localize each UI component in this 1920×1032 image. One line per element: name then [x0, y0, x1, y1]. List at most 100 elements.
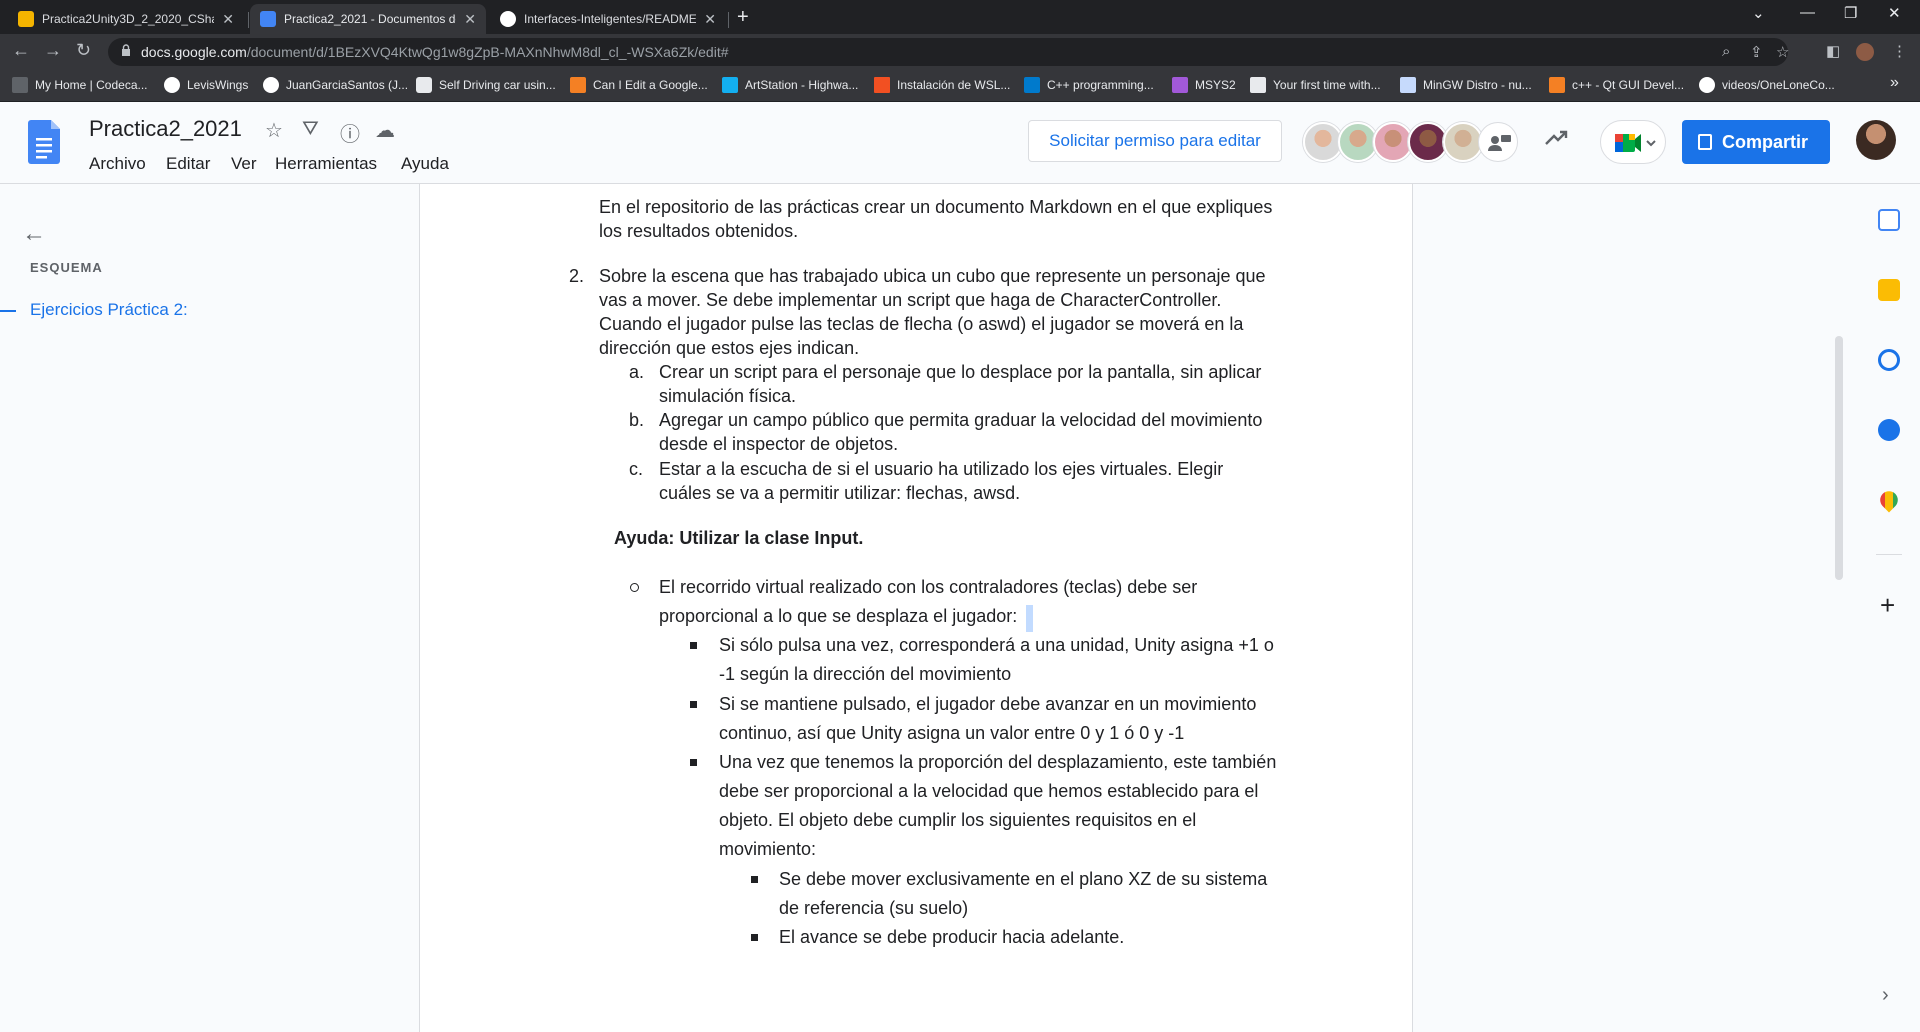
bookmark-item[interactable]: Your first time with...	[1250, 77, 1381, 93]
share-page-icon[interactable]: ⇪	[1750, 43, 1763, 61]
artstation-icon	[722, 77, 738, 93]
collaborator-avatar[interactable]	[1373, 122, 1413, 162]
cloud-saved-icon[interactable]: ☁	[375, 118, 395, 143]
page-icon	[1400, 77, 1416, 93]
close-tab-icon[interactable]: ✕	[704, 11, 716, 28]
bullet-line: debe ser proporcional a la velocidad que…	[719, 781, 1259, 801]
bookmark-item[interactable]: MinGW Distro - nu...	[1400, 77, 1532, 93]
sublist-marker: a.	[629, 362, 645, 382]
docs-logo-icon[interactable]	[28, 120, 60, 164]
bullet-line: movimiento:	[719, 839, 817, 859]
side-panel-icon[interactable]: ◧	[1826, 42, 1840, 60]
square-bullet	[751, 876, 758, 883]
browser-tab-docs[interactable]: Practica2_2021 - Documentos de ✕	[250, 4, 486, 34]
maps-icon[interactable]	[1876, 487, 1902, 513]
activity-dashboard-icon[interactable]	[1544, 128, 1570, 148]
browser-tab-unity[interactable]: Practica2Unity3D_2_2020_CSharp ✕	[8, 4, 244, 34]
bookmark-label: LevisWings	[187, 78, 249, 92]
tab-divider	[248, 12, 249, 28]
keep-icon[interactable]	[1878, 279, 1900, 301]
sublist-line: Estar a la escucha de si el usuario ha u…	[659, 459, 1224, 479]
zoom-icon[interactable]: ⌕	[1722, 43, 1730, 60]
tab-title: Practica2Unity3D_2_2020_CSharp	[42, 12, 215, 26]
microsoft-icon	[874, 77, 890, 93]
github-icon	[164, 77, 180, 93]
expand-panel-chevron-icon[interactable]: ›	[1882, 984, 1889, 1007]
menu-herramientas[interactable]: Herramientas	[275, 154, 377, 174]
bullet-line: El recorrido virtual realizado con los c…	[659, 577, 1198, 597]
chrome-menu-icon[interactable]: ⋮	[1892, 42, 1907, 60]
tab-title: Interfaces-Inteligentes/README.	[524, 12, 697, 26]
bookmark-item[interactable]: Instalación de WSL...	[874, 77, 1010, 93]
profile-avatar[interactable]	[1856, 43, 1874, 61]
more-bookmarks-icon[interactable]: »	[1890, 74, 1899, 92]
forward-icon[interactable]: →	[44, 40, 62, 61]
square-bullet	[751, 934, 758, 941]
new-tab-icon[interactable]: +	[737, 6, 749, 28]
share-button[interactable]: Compartir	[1682, 120, 1830, 164]
tasks-icon[interactable]	[1878, 349, 1900, 371]
bookmark-star-icon[interactable]: ☆	[1776, 43, 1789, 61]
msys2-icon	[1172, 77, 1188, 93]
tab-search-icon[interactable]: ⌄	[1752, 4, 1765, 22]
side-panel: + ›	[1856, 184, 1920, 1032]
collaborator-avatar[interactable]	[1303, 122, 1343, 162]
url-text: docs.google.com/document/d/1BEzXVQ4KtwQg…	[141, 44, 729, 60]
sublist-line: cuáles se va a permitir utilizar: flecha…	[659, 483, 1021, 503]
meet-button[interactable]	[1600, 120, 1666, 164]
calendar-icon[interactable]	[1878, 209, 1900, 231]
close-tab-icon[interactable]: ✕	[222, 11, 234, 28]
anonymous-viewers-icon[interactable]	[1478, 122, 1518, 162]
move-to-drive-icon[interactable]: ⛛	[302, 118, 319, 141]
request-edit-access-button[interactable]: Solicitar permiso para editar	[1028, 120, 1282, 162]
star-icon[interactable]: ☆	[265, 118, 283, 143]
share-label: Compartir	[1722, 132, 1809, 152]
minimize-icon[interactable]: —	[1800, 4, 1815, 21]
bookmark-item[interactable]: c++ - Qt GUI Devel...	[1549, 77, 1684, 93]
bookmark-label: c++ - Qt GUI Devel...	[1572, 78, 1685, 92]
bullet-line: Se debe mover exclusivamente en el plano…	[779, 869, 1268, 889]
menu-archivo[interactable]: Archivo	[89, 154, 146, 174]
back-icon[interactable]: ←	[12, 40, 30, 61]
outline-heading: ESQUEMA	[30, 260, 103, 275]
bookmark-item[interactable]: ArtStation - Highwa...	[722, 77, 858, 93]
address-bar[interactable]: docs.google.com/document/d/1BEzXVQ4KtwQg…	[108, 38, 1789, 66]
reload-icon[interactable]: ↻	[76, 40, 91, 61]
collaborator-avatar[interactable]	[1408, 122, 1448, 162]
info-icon[interactable]: ⓘ	[340, 118, 360, 147]
bookmark-item[interactable]: MSYS2	[1172, 77, 1236, 93]
bookmark-item[interactable]: JuanGarciaSantos (J...	[263, 77, 408, 93]
close-tab-icon[interactable]: ✕	[464, 11, 476, 28]
bookmark-item[interactable]: Self Driving car usin...	[416, 77, 556, 93]
menu-ver[interactable]: Ver	[231, 154, 257, 174]
page-icon	[12, 77, 28, 93]
close-window-icon[interactable]: ✕	[1888, 4, 1901, 22]
bullet-line: continuo, así que Unity asigna un valor …	[719, 723, 1185, 743]
outline-item[interactable]: Ejercicios Práctica 2:	[30, 300, 188, 320]
bookmark-item[interactable]: My Home | Codeca...	[12, 77, 148, 93]
collaborator-avatar[interactable]	[1443, 122, 1483, 162]
restore-icon[interactable]: ❐	[1844, 4, 1857, 22]
account-avatar[interactable]	[1856, 120, 1896, 160]
document-title[interactable]: Practica2_2021	[89, 116, 242, 142]
collaborator-avatar[interactable]	[1338, 122, 1378, 162]
comment-user-icon	[1488, 135, 1511, 151]
bullet-line: -1 según la dirección del movimiento	[719, 664, 1012, 684]
text-cursor-selection	[1026, 605, 1033, 632]
add-addon-icon[interactable]: +	[1880, 592, 1895, 618]
bookmark-item[interactable]: LevisWings	[164, 77, 248, 93]
bookmark-item[interactable]: Can I Edit a Google...	[570, 77, 708, 93]
close-outline-arrow-icon[interactable]: ←	[22, 220, 46, 248]
menu-ayuda[interactable]: Ayuda	[401, 154, 449, 174]
contacts-icon[interactable]	[1878, 419, 1900, 441]
bookmark-item[interactable]: C++ programming...	[1024, 77, 1154, 93]
menu-editar[interactable]: Editar	[166, 154, 210, 174]
bookmark-label: Instalación de WSL...	[897, 78, 1011, 92]
bullet-line: Una vez que tenemos la proporción del de…	[719, 752, 1277, 772]
document-scrollbar[interactable]	[1835, 336, 1843, 580]
bookmark-item[interactable]: videos/OneLoneCo...	[1699, 77, 1835, 93]
stackoverflow-icon	[1549, 77, 1565, 93]
square-bullet	[690, 642, 697, 649]
browser-tab-github[interactable]: Interfaces-Inteligentes/README. ✕	[490, 4, 726, 34]
bookmark-label: C++ programming...	[1047, 78, 1154, 92]
